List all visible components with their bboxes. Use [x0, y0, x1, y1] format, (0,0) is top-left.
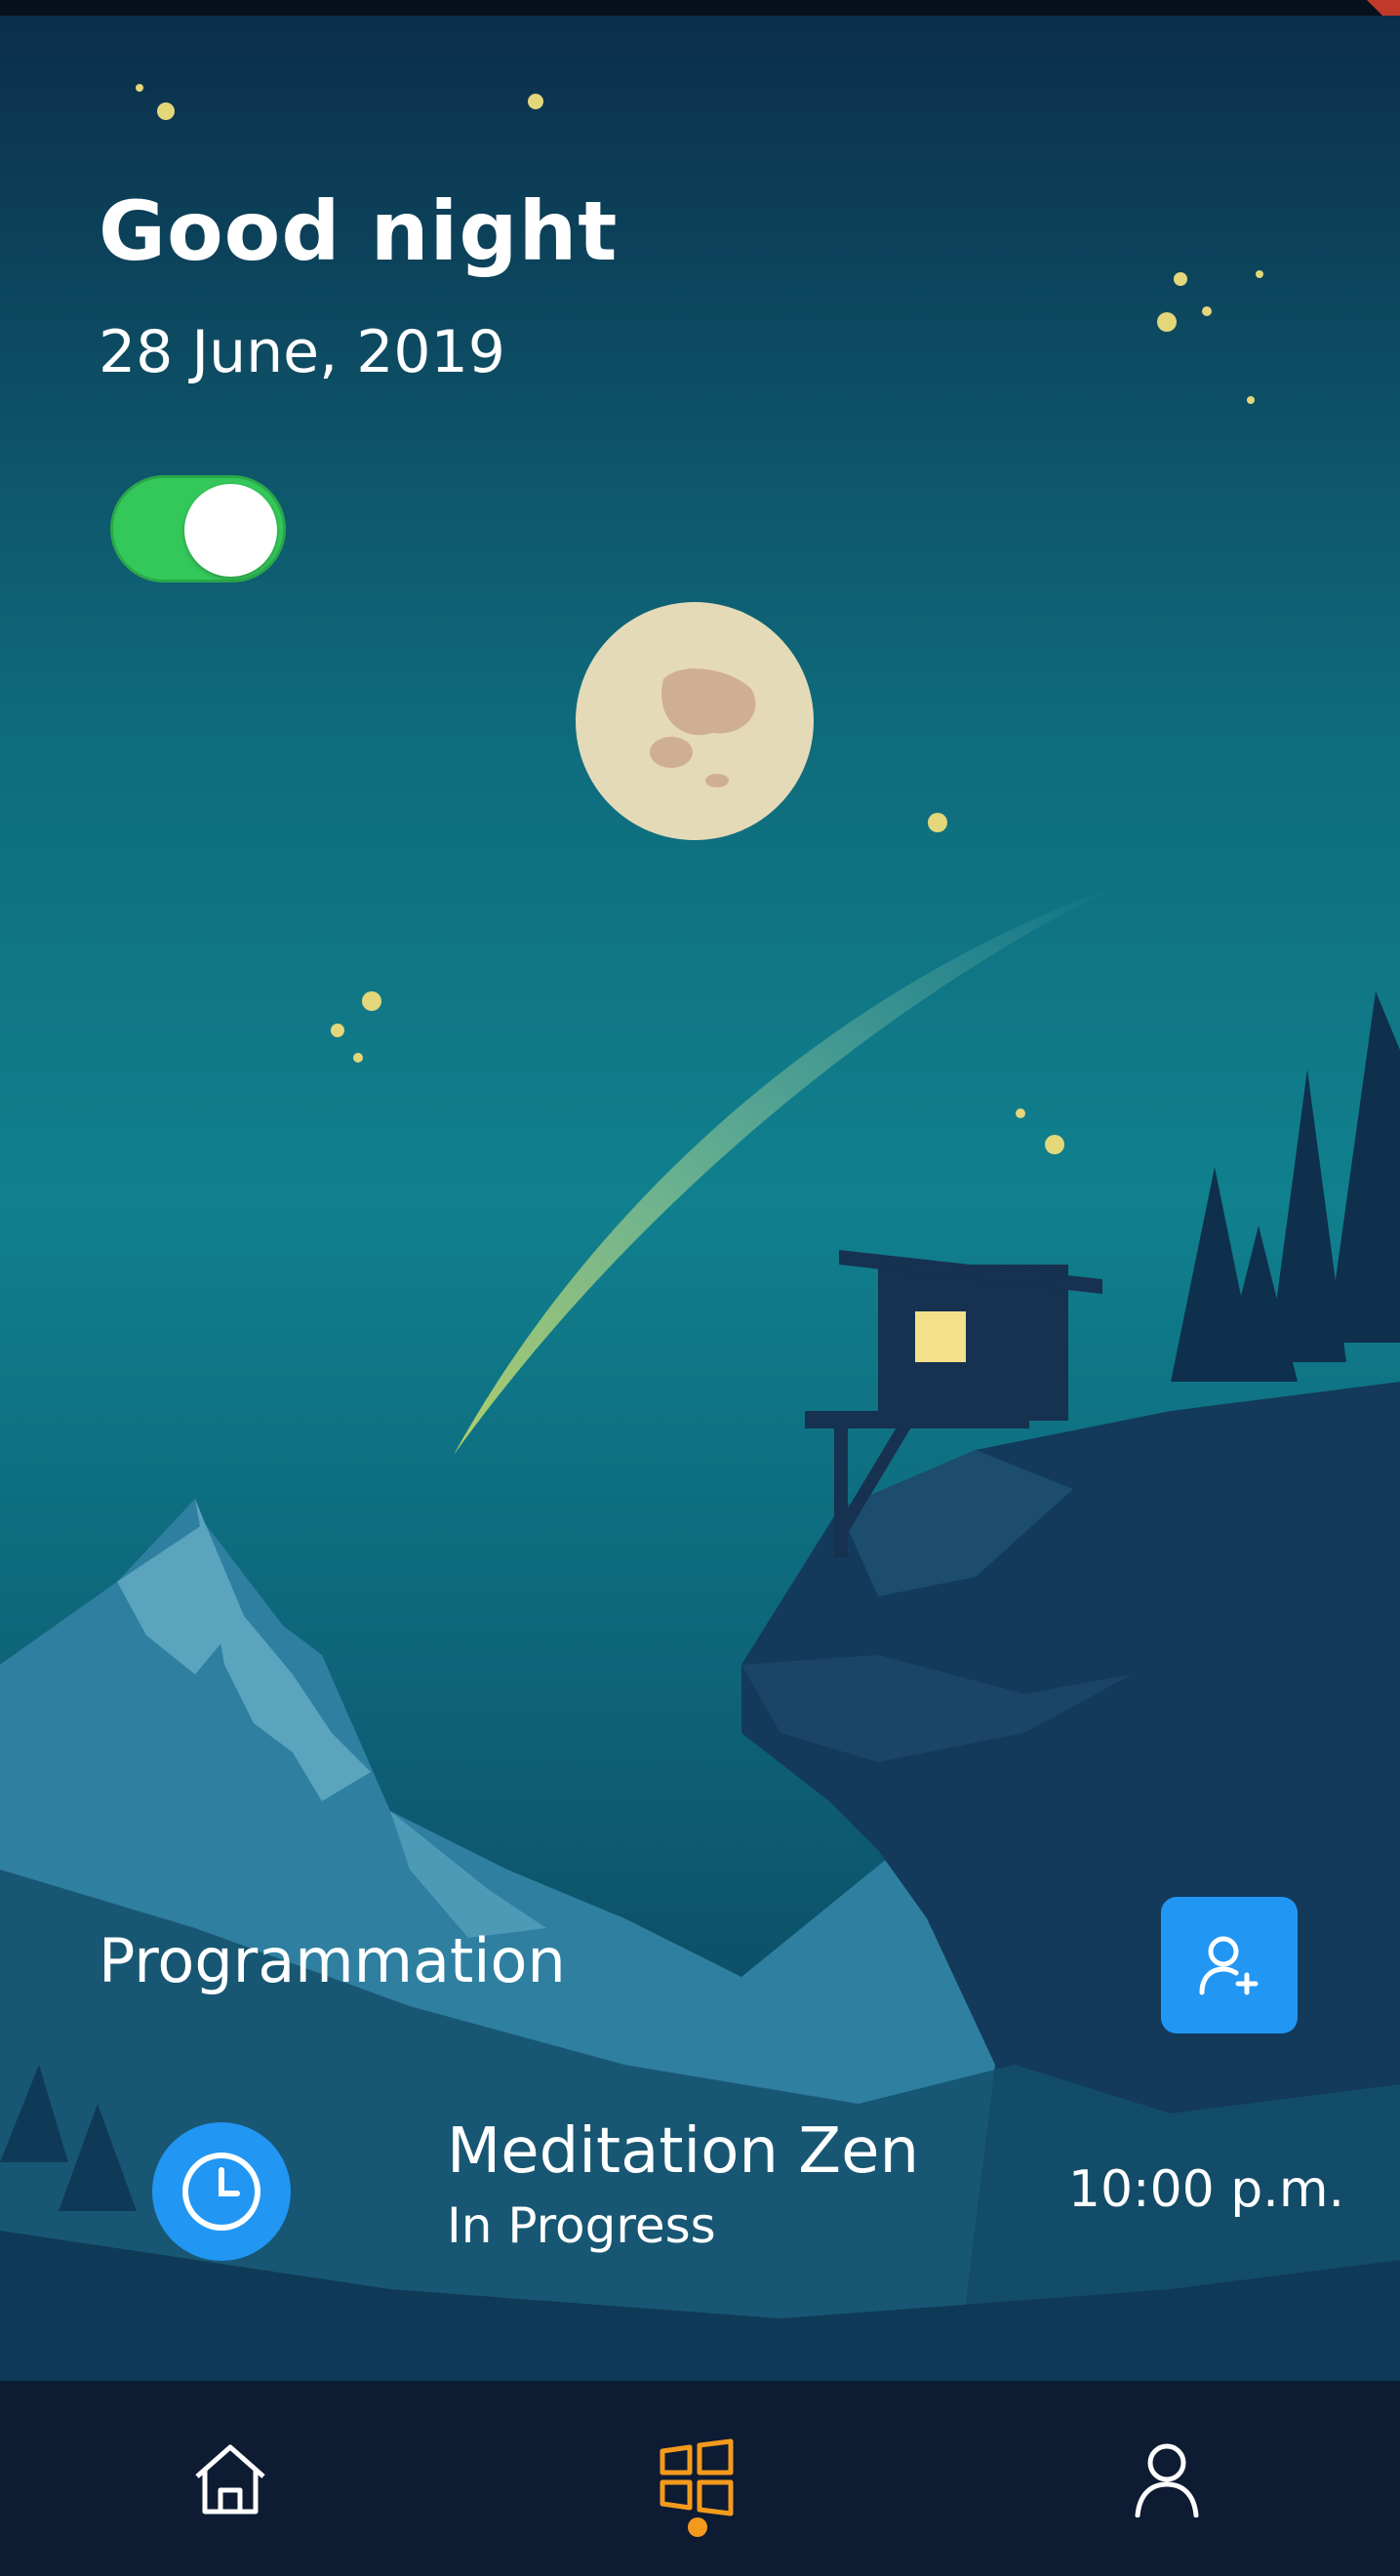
clock-icon [152, 2122, 291, 2261]
moon [576, 602, 814, 840]
active-nav-indicator [688, 2517, 707, 2537]
toggle-knob [184, 484, 277, 577]
date-label: 28 June, 2019 [99, 318, 505, 386]
task-status: In Progress [447, 2197, 716, 2254]
status-bar [0, 0, 1400, 16]
home-icon [195, 2444, 265, 2515]
task-time: 10:00 p.m. [1067, 2160, 1344, 2219]
add-user-icon [1199, 1936, 1259, 1995]
task-title: Meditation Zen [447, 2115, 920, 2188]
greeting-title: Good night [99, 183, 619, 279]
nav-home[interactable] [133, 2381, 328, 2576]
bottom-nav-bar [0, 2381, 1400, 2576]
profile-icon [1135, 2443, 1199, 2517]
task-row[interactable]: Meditation Zen In Progress 10:00 p.m. [0, 2088, 1400, 2283]
section-title: Programmation [99, 1925, 566, 1996]
add-user-button[interactable] [1161, 1897, 1298, 2033]
night-mode-toggle[interactable] [110, 475, 286, 583]
nav-dashboard[interactable] [600, 2381, 795, 2576]
nav-profile[interactable] [1069, 2381, 1264, 2576]
dashboard-icon [660, 2438, 734, 2516]
